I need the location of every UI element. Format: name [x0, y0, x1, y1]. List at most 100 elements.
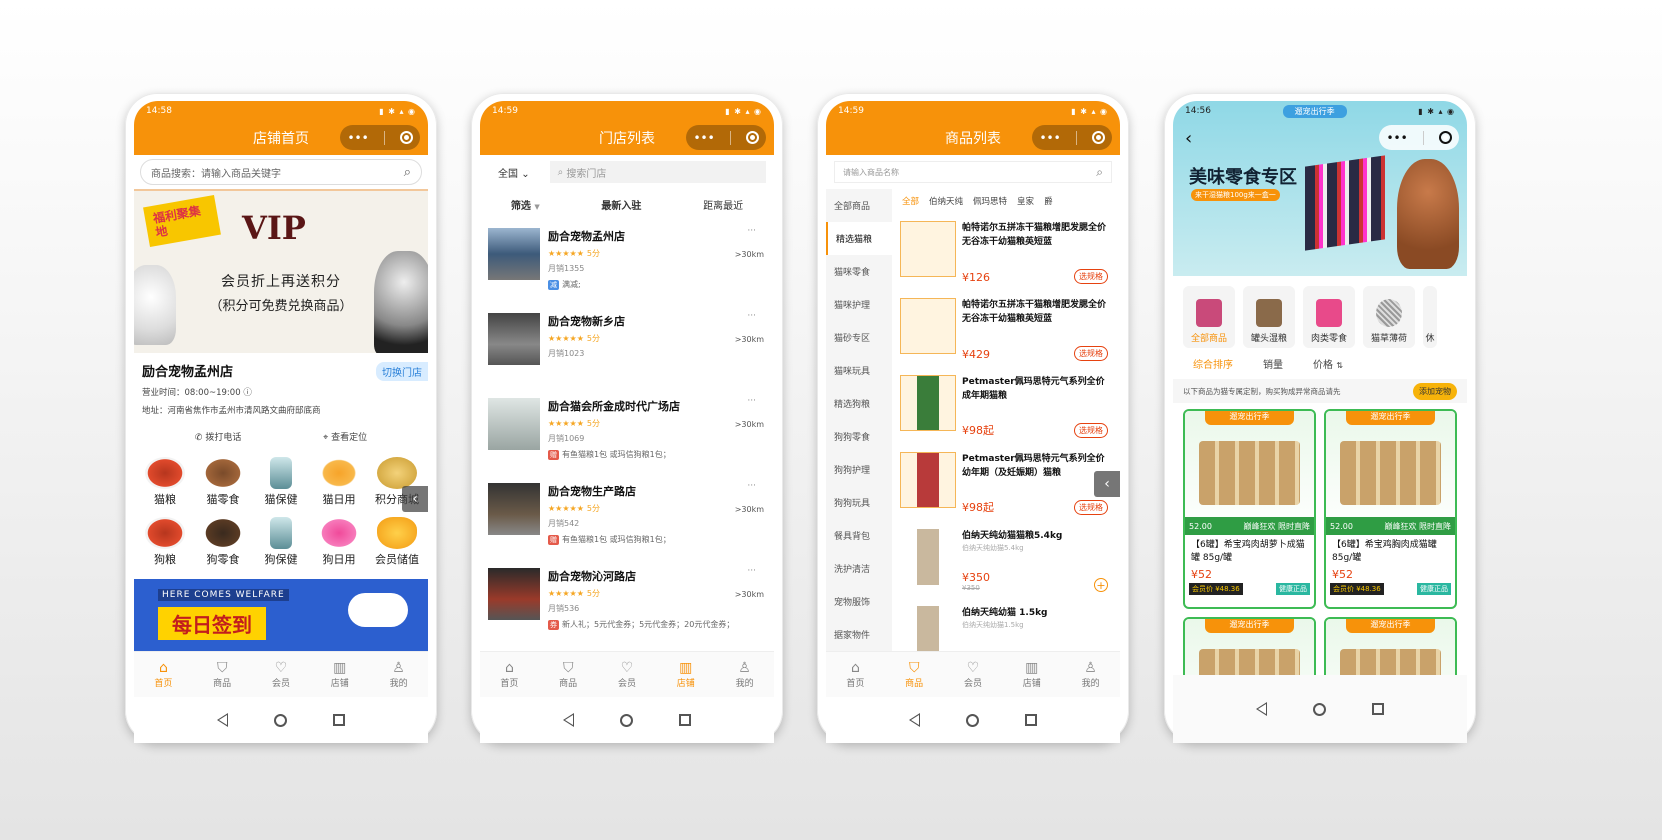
sort-sales[interactable]: 销量 — [1263, 356, 1283, 371]
category-catnip[interactable]: 猫草薄荷 — [1363, 286, 1415, 348]
close-mini-icon[interactable] — [1091, 131, 1105, 144]
more-icon[interactable]: ••• — [1386, 131, 1407, 145]
sidebar-item[interactable]: 狗狗护理 — [826, 453, 892, 486]
vip-banner[interactable]: 福利聚集地 VIP 会员折上再送积分 （积分可免费兑换商品） — [134, 189, 428, 353]
tab-home[interactable]: ⌂ 首页 — [484, 660, 534, 689]
search-input[interactable]: 商品搜索：请输入商品关键字 ⌕ — [140, 159, 422, 185]
sidebar-item[interactable]: 猫砂专区 — [826, 321, 892, 354]
more-dots-icon[interactable]: ··· — [747, 311, 756, 321]
close-mini-icon[interactable] — [745, 131, 759, 144]
tab-member[interactable]: ♡ 会员 — [256, 660, 306, 689]
sidebar-item[interactable]: 全部商品 — [826, 189, 892, 222]
grid-item-cat-daily[interactable]: 猫日用 — [310, 457, 368, 507]
capsule-menu[interactable]: ••• — [686, 125, 766, 150]
tab-store[interactable]: ▥ 店铺 — [661, 660, 711, 689]
store-item[interactable]: 励合宠物新乡店 ★★★★★ 5分 月销1023 ··· >30km — [480, 305, 774, 390]
category-cans[interactable]: 罐头湿粮 — [1243, 286, 1295, 348]
tab-goods[interactable]: ⛉ 商品 — [543, 660, 593, 689]
tab-goods[interactable]: ⛉ 商品 — [197, 660, 247, 689]
more-dots-icon[interactable]: ··· — [747, 226, 756, 236]
grid-item-dog-food[interactable]: 狗粮 — [136, 517, 194, 567]
capsule-menu[interactable]: ••• — [340, 125, 420, 150]
brand-tab[interactable]: 佩玛思特 — [973, 195, 1007, 207]
switch-store-button[interactable]: 切换门店 — [376, 362, 428, 381]
more-dots-icon[interactable]: ··· — [747, 566, 756, 576]
back-icon[interactable] — [1256, 702, 1267, 716]
product-item[interactable]: Petmaster佩玛思特元气系列全价成年期猫粮 ¥98起 选规格 — [892, 371, 1120, 448]
goods-card[interactable]: 遛宠出行季 52.00 巅峰狂欢 限时直降 【6罐】希宝鸡胸肉成猫罐 85g/罐 ¥… — [1324, 409, 1457, 609]
back-icon[interactable] — [217, 713, 228, 727]
sidebar-item[interactable]: 宠物服饰 — [826, 585, 892, 618]
back-icon[interactable] — [909, 713, 920, 727]
sidebar-item[interactable]: 洗护清洁 — [826, 552, 892, 585]
back-arrow-icon[interactable]: ‹ — [1185, 128, 1192, 149]
sort-nearest[interactable]: 距离最近 — [703, 197, 743, 212]
grid-item-cat-snack[interactable]: 猫零食 — [194, 457, 252, 507]
float-back-button[interactable]: ‹ — [1094, 471, 1120, 497]
tab-mine[interactable]: ♙ 我的 — [374, 660, 424, 689]
tab-home[interactable]: ⌂ 首页 — [138, 660, 188, 689]
info-icon[interactable]: ⓘ — [243, 388, 252, 398]
grid-item-dog-snack[interactable]: 狗零食 — [194, 517, 252, 567]
grid-item-dog-daily[interactable]: 狗日用 — [310, 517, 368, 567]
sidebar-item[interactable]: 猫咪零食 — [826, 255, 892, 288]
tab-mine[interactable]: ♙ 我的 — [720, 660, 770, 689]
search-icon[interactable]: ⌕ — [404, 165, 411, 180]
hero-banner[interactable]: 14:56 遛宠出行季 ▮ ✱ ▴ ◉ ‹ ••• 美味零食专区 来干湿猫粮100g… — [1173, 101, 1467, 276]
recents-icon[interactable] — [1025, 714, 1037, 726]
category-more[interactable]: 休 — [1423, 286, 1437, 348]
brand-tab[interactable]: 伯纳天纯 — [929, 195, 963, 207]
brand-tab-active[interactable]: 全部 — [902, 195, 919, 207]
filter-button[interactable]: 筛选 ▼ — [511, 197, 540, 212]
sort-default[interactable]: 综合排序 — [1193, 356, 1233, 371]
product-item[interactable]: 伯纳天纯幼猫猫粮5.4kg 伯纳天纯幼猫5.4kg ¥350 ¥350 + — [892, 525, 1120, 602]
select-spec-button[interactable]: 选规格 — [1074, 346, 1108, 361]
product-item[interactable]: 帕特诺尔五拼冻干猫粮增肥发腮全价无谷冻干幼猫粮英短蓝 ¥126 选规格 — [892, 217, 1120, 294]
back-icon[interactable] — [563, 713, 574, 727]
sidebar-item[interactable]: 狗狗零食 — [826, 420, 892, 453]
brand-tab[interactable]: 爵 — [1044, 195, 1053, 207]
close-mini-icon[interactable] — [399, 131, 413, 144]
welfare-banner[interactable]: HERE COMES WELFARE 每日签到 — [134, 579, 428, 651]
home-nav-icon[interactable] — [1313, 702, 1326, 716]
home-nav-icon[interactable] — [966, 713, 979, 727]
call-button[interactable]: ✆ 拨打电话 — [195, 430, 241, 443]
category-meat-snack[interactable]: 肉类零食 — [1303, 286, 1355, 348]
tab-store[interactable]: ▥ 店铺 — [315, 660, 365, 689]
store-item[interactable]: 励合宠物孟州店 ★★★★★ 5分 月销1355 减满减; ··· >30km — [480, 220, 774, 305]
recents-icon[interactable] — [1372, 703, 1384, 715]
store-item[interactable]: 励合宠物沁河路店 ★★★★★ 5分 月销536 券新人礼；5元代金券；5元代金券；20元… — [480, 560, 774, 645]
tab-goods[interactable]: ⛉ 商品 — [889, 660, 939, 689]
capsule-menu[interactable]: ••• — [1379, 125, 1459, 150]
select-spec-button[interactable]: 选规格 — [1074, 500, 1108, 515]
tab-home[interactable]: ⌂ 首页 — [830, 660, 880, 689]
sidebar-item[interactable]: 精选狗粮 — [826, 387, 892, 420]
more-icon[interactable]: ••• — [347, 131, 368, 145]
add-pet-button[interactable]: 添加宠物 — [1413, 382, 1457, 400]
grid-item-cat-food[interactable]: 猫粮 — [136, 457, 194, 507]
sidebar-item[interactable]: 猫咪玩具 — [826, 354, 892, 387]
locate-button[interactable]: ⌖ 查看定位 — [323, 430, 367, 443]
grid-item-dog-health[interactable]: 狗保健 — [252, 517, 310, 567]
sidebar-item[interactable]: 狗狗玩具 — [826, 486, 892, 519]
sort-newest[interactable]: 最新入驻 — [601, 197, 641, 212]
sidebar-item-active[interactable]: 精选猫粮 — [826, 222, 892, 255]
sidebar-item[interactable]: 猫咪护理 — [826, 288, 892, 321]
recents-icon[interactable] — [333, 714, 345, 726]
store-item[interactable]: 励合宠物生产路店 ★★★★★ 5分 月销542 赠有鱼猫粮1包 或玛信狗粮1包； ···… — [480, 475, 774, 560]
grid-item-member-topup[interactable]: 会员储值 — [368, 517, 426, 567]
tab-mine[interactable]: ♙ 我的 — [1066, 660, 1116, 689]
store-item[interactable]: 励合猫会所金成时代广场店 ★★★★★ 5分 月销1069 赠有鱼猫粮1包 或玛信狗粮1包… — [480, 390, 774, 475]
product-item[interactable]: Petmaster佩玛思特元气系列全价幼年期（及妊娠期）猫粮 ¥98起 选规格 — [892, 448, 1120, 525]
tab-member[interactable]: ♡ 会员 — [948, 660, 998, 689]
select-spec-button[interactable]: 选规格 — [1074, 423, 1108, 438]
home-nav-icon[interactable] — [274, 713, 287, 727]
search-icon[interactable]: ⌕ — [1096, 165, 1103, 180]
close-mini-icon[interactable] — [1438, 131, 1452, 144]
product-item[interactable]: 帕特诺尔五拼冻干猫粮增肥发腮全价无谷冻干幼猫粮英短蓝 ¥429 选规格 — [892, 294, 1120, 371]
more-dots-icon[interactable]: ··· — [747, 481, 756, 491]
more-icon[interactable]: ••• — [1039, 131, 1060, 145]
category-all[interactable]: 全部商品 — [1183, 286, 1235, 348]
brand-tab[interactable]: 皇家 — [1017, 195, 1034, 207]
capsule-menu[interactable]: ••• — [1032, 125, 1112, 150]
